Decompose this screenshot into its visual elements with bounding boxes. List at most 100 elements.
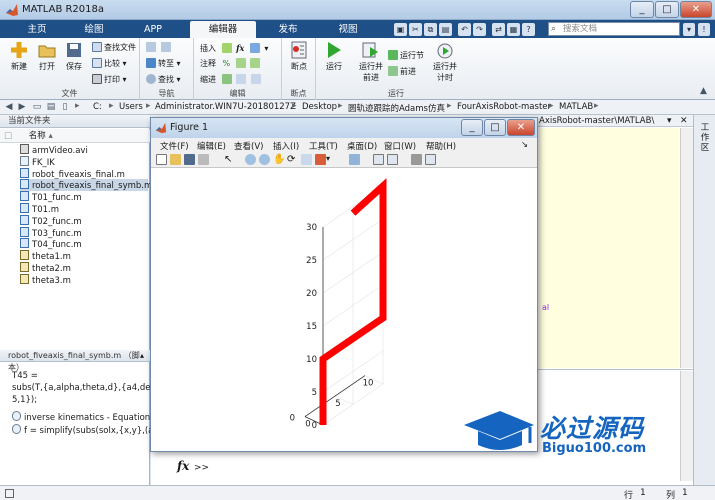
figure-menu-file[interactable]: 文件(F) [160,140,189,152]
file-list-item[interactable]: FK_IK [20,155,148,168]
details-item[interactable]: f = simplify(subs(solx,{x,y},(a1+a [12,424,171,436]
details-toggle-icon[interactable]: ▴ [140,351,144,360]
crumb-matlab[interactable]: MATLAB [559,102,593,112]
new-button[interactable]: 新建 [5,41,33,72]
figure-menu-desktop[interactable]: 桌面(D) [347,140,377,152]
bell-icon[interactable]: ! [698,23,710,36]
tab-publish[interactable]: 发布 [264,21,312,38]
open-button[interactable]: 打开 [33,41,61,72]
column-header[interactable]: □ 名称 ▴ [0,129,150,143]
details-item[interactable]: inverse kinematics - Equation 1 [12,411,158,423]
browse-icon[interactable]: ▯ [59,101,71,113]
up-folder-icon[interactable]: ▭ [31,101,43,113]
figure-minimize-button[interactable]: _ [461,119,483,136]
crumb-users[interactable]: Users [119,102,143,112]
colorbar-icon[interactable] [373,154,384,165]
crumb-drive[interactable]: C: [93,102,102,112]
rotate-3d-icon[interactable]: ⟳ [287,154,298,165]
switch-window-icon[interactable]: ⇄ [492,23,505,36]
figure-menu-view[interactable]: 查看(V) [234,140,263,152]
help-quick-icon[interactable]: ? [522,23,535,36]
crumb-robot[interactable]: FourAxisRobot-master [457,102,551,112]
file-list-item[interactable]: robot_fiveaxis_final.m [20,167,148,180]
undo-quick-icon[interactable]: ↶ [458,23,471,36]
zoom-out-icon[interactable] [259,154,270,165]
editor-menu-icon[interactable]: ▾ [667,116,672,126]
file-list-item[interactable]: T01_func.m [20,191,148,203]
open-file-icon[interactable] [170,154,181,165]
cut-quick-icon[interactable]: ✂ [409,23,422,36]
file-list-item[interactable]: T01.m [20,203,148,215]
editor-close-icon[interactable]: ✕ [680,116,688,126]
advance-button[interactable]: 前进 [388,66,416,78]
hide-plot-tools-icon[interactable] [411,154,422,165]
save-quick-icon[interactable]: ▣ [394,23,407,36]
tab-plots[interactable]: 绘图 [72,21,116,38]
pointer-icon[interactable]: ↖ [224,154,235,165]
copy-quick-icon[interactable]: ⧉ [424,23,437,36]
link-plot-icon[interactable] [349,154,360,165]
workspace-strip[interactable]: 工作区 [693,115,715,485]
data-cursor-icon[interactable] [301,154,312,165]
figure-menu-tools[interactable]: 工具(T) [309,140,338,152]
run-section-button[interactable]: 运行节 [388,50,424,62]
fx-icon[interactable]: fx [177,459,189,473]
ribbon-collapse-icon[interactable]: ▲ [700,86,707,96]
minimize-button[interactable]: _ [630,1,654,18]
tab-home[interactable]: 主页 [16,21,58,38]
find-files-button[interactable]: 查找文件 [92,42,136,54]
crumb-desktop[interactable]: Desktop [302,102,337,112]
crumb-project[interactable]: 圆轨迹跟踪的Adams仿真 [348,102,445,114]
figure-menu-help[interactable]: 帮助(H) [426,140,456,152]
pan-icon[interactable]: ✋ [273,154,285,165]
new-figure-icon[interactable] [156,154,167,165]
command-prompt[interactable]: >> [194,463,209,473]
figure-window[interactable]: Figure 1 _ □ ✕ 文件(F) 编辑(E) 查看(V) 插入(I) 工… [150,117,538,452]
breakpoints-button[interactable]: 断点 [285,41,313,72]
compare-button[interactable]: 比较 ▾ [92,58,127,70]
save-button[interactable]: 保存 [60,41,88,72]
figure-menu-window[interactable]: 窗口(W) [384,140,416,152]
paste-quick-icon[interactable]: ▤ [439,23,452,36]
file-list-item[interactable]: armVideo.avi [20,144,148,156]
file-list-item[interactable]: robot_fiveaxis_final_symb.m [20,179,152,192]
search-input[interactable]: ⌕ 搜索文档 [548,22,680,36]
show-plot-tools-icon[interactable] [425,154,436,165]
close-button[interactable]: ✕ [680,1,712,18]
file-list-item[interactable]: T02_func.m [20,214,148,227]
crumb-admin[interactable]: Administrator.WIN7U-20180127Z [155,102,296,112]
redo-quick-icon[interactable]: ↷ [473,23,486,36]
brush-dropdown-icon[interactable]: ▾ [326,154,337,165]
figure-menu-dock-icon[interactable]: ↘ [521,140,528,150]
brush-icon[interactable] [315,154,326,165]
file-list-item[interactable]: theta1.m [20,250,148,262]
maximize-button[interactable]: □ [655,1,679,18]
home-folder-icon[interactable]: ▤ [45,101,57,113]
save-figure-icon[interactable] [184,154,195,165]
file-list-item[interactable]: theta3.m [20,273,148,286]
indent-button[interactable]: 缩进 [200,74,263,86]
run-button[interactable]: 运行 [320,41,348,72]
command-scrollbar[interactable] [680,371,693,481]
print-button[interactable]: 打印 ▾ [92,74,127,86]
figure-menu-insert[interactable]: 插入(I) [273,140,299,152]
file-list-item[interactable]: T03_func.m [20,226,148,239]
file-list-item[interactable]: theta2.m [20,262,148,274]
fx-button[interactable]: fx [236,43,244,53]
goto-button[interactable]: 转至 ▾ [146,58,181,70]
legend-icon[interactable] [387,154,398,165]
file-list-item[interactable]: T04_func.m [20,238,148,250]
print-figure-icon[interactable] [198,154,209,165]
nav-back-forward[interactable] [146,42,173,54]
insert-button[interactable]: 插入 fx ▾ [200,42,268,54]
back-icon[interactable]: ◀ [3,101,15,113]
tab-view[interactable]: 视图 [322,21,374,38]
figure-menu-edit[interactable]: 编辑(E) [197,140,226,152]
search-dropdown-icon[interactable]: ▾ [683,23,695,36]
figure-maximize-button[interactable]: □ [484,119,506,136]
layout-icon[interactable]: ▦ [507,23,520,36]
tab-editor[interactable]: 编辑器 [190,21,256,38]
editor-scrollbar[interactable] [680,128,693,368]
comment-button[interactable]: 注释 % [200,58,262,70]
run-time-button[interactable]: 运行并 计时 [428,41,462,83]
